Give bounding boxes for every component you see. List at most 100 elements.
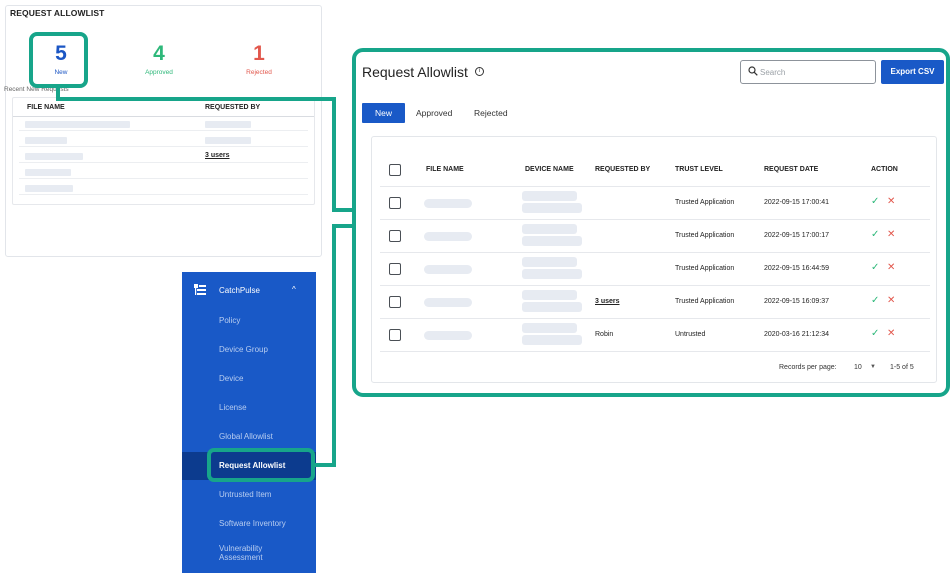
row-divider <box>380 252 930 253</box>
redacted-placeholder <box>522 224 577 234</box>
row-divider <box>380 318 930 319</box>
search-icon <box>748 66 758 76</box>
export-csv-button[interactable]: Export CSV <box>881 60 944 84</box>
redacted-placeholder <box>522 269 582 279</box>
sidebar-item-untrusted-item[interactable]: Untrusted Item <box>182 481 316 509</box>
trust-level-cell: Trusted Application <box>675 265 735 272</box>
requested-by-link[interactable]: 3 users <box>595 298 620 305</box>
stat-new-count: 5 <box>55 42 67 65</box>
redacted-placeholder <box>25 137 67 144</box>
column-header-file-name: FILE NAME <box>27 104 65 111</box>
close-icon[interactable]: ✕ <box>887 295 895 306</box>
column-header-trust-level[interactable]: TRUST LEVEL <box>675 166 723 173</box>
row-checkbox[interactable] <box>389 263 401 275</box>
sidebar-item-label: License <box>219 403 247 412</box>
redacted-placeholder <box>25 169 71 176</box>
sidebar-item-label: Device <box>219 374 244 383</box>
check-icon[interactable]: ✓ <box>871 196 879 207</box>
redacted-placeholder <box>25 185 73 192</box>
column-header-device-name[interactable]: DEVICE NAME <box>525 166 574 173</box>
sidebar-item-request-allowlist[interactable]: Request Allowlist <box>182 452 316 480</box>
close-icon[interactable]: ✕ <box>887 262 895 273</box>
row-checkbox[interactable] <box>389 296 401 308</box>
request-date-cell: 2022-09-15 16:44:59 <box>764 265 829 272</box>
requested-by-cell: Robin <box>595 331 614 338</box>
close-icon[interactable]: ✕ <box>887 328 895 339</box>
records-per-page-label: Records per page: <box>779 364 837 371</box>
redacted-placeholder <box>424 232 472 241</box>
list-tree-icon <box>194 284 206 295</box>
trust-level-cell: Untrusted <box>675 331 706 338</box>
row-divider <box>380 186 930 187</box>
column-header-file-name[interactable]: FILE NAME <box>426 166 464 173</box>
trust-level-cell: Trusted Application <box>675 232 735 239</box>
sidebar-item-software-inventory[interactable]: Software Inventory <box>182 510 316 538</box>
row-checkbox[interactable] <box>389 197 401 209</box>
sidebar-item-label: Device Group <box>219 345 268 354</box>
select-all-checkbox[interactable] <box>389 164 401 176</box>
check-icon[interactable]: ✓ <box>871 229 879 240</box>
sidebar-item-policy[interactable]: Policy <box>182 307 316 335</box>
info-icon[interactable]: i <box>475 67 484 76</box>
search-placeholder: Search <box>760 68 786 77</box>
redacted-placeholder <box>522 203 582 213</box>
table-row[interactable]: 3 users <box>19 150 308 163</box>
redacted-placeholder <box>424 331 472 340</box>
requested-by-link[interactable]: 3 users <box>205 152 230 159</box>
check-icon[interactable]: ✓ <box>871 328 879 339</box>
request-date-cell: 2022-09-15 17:00:41 <box>764 199 829 206</box>
redacted-placeholder <box>522 236 582 246</box>
request-date-cell: 2022-09-15 16:09:37 <box>764 298 829 305</box>
check-icon[interactable]: ✓ <box>871 295 879 306</box>
sidebar-item-global-allowlist[interactable]: Global Allowlist <box>182 423 316 451</box>
redacted-placeholder <box>522 290 577 300</box>
sidebar-item-device-group[interactable]: Device Group <box>182 336 316 364</box>
row-divider <box>380 219 930 220</box>
redacted-placeholder <box>25 153 83 160</box>
stat-rejected[interactable]: 1 Rejected <box>214 42 304 76</box>
sidebar-item-label: Global Allowlist <box>219 432 273 441</box>
tab-rejected[interactable]: Rejected <box>474 103 508 123</box>
request-date-cell: 2022-09-15 17:00:17 <box>764 232 829 239</box>
redacted-placeholder <box>522 323 577 333</box>
check-icon[interactable]: ✓ <box>871 262 879 273</box>
tab-approved[interactable]: Approved <box>416 103 452 123</box>
redacted-placeholder <box>522 335 582 345</box>
row-checkbox[interactable] <box>389 230 401 242</box>
table-row[interactable] <box>19 118 308 131</box>
table-row[interactable] <box>19 166 308 179</box>
row-divider <box>380 351 930 352</box>
column-header-requested-by[interactable]: REQUESTED BY <box>595 166 650 173</box>
stat-new-label: New <box>54 69 68 76</box>
sidebar-item-label: Untrusted Item <box>219 490 272 499</box>
sidebar-item-label: Software Inventory <box>219 519 286 528</box>
sidebar-group-catchpulse[interactable]: CatchPulse ^ <box>182 272 316 310</box>
sidebar-item-device[interactable]: Device <box>182 365 316 393</box>
row-divider <box>380 285 930 286</box>
close-icon[interactable]: ✕ <box>887 229 895 240</box>
sidebar: CatchPulse ^ Policy Device Group Device … <box>182 272 316 573</box>
sidebar-item-vulnerability-assessment[interactable]: Vulnerability Assessment <box>182 539 316 573</box>
stat-rejected-label: Rejected <box>246 69 272 76</box>
redacted-placeholder <box>424 199 472 208</box>
stat-new[interactable]: 5 New <box>16 42 106 76</box>
chevron-up-icon[interactable]: ^ <box>292 285 296 294</box>
table-row[interactable] <box>19 134 308 147</box>
tab-new[interactable]: New <box>362 103 405 123</box>
close-icon[interactable]: ✕ <box>887 196 895 207</box>
redacted-placeholder <box>205 137 251 144</box>
sidebar-item-label: Vulnerability Assessment <box>219 544 263 562</box>
stat-approved[interactable]: 4 Approved <box>114 42 204 76</box>
row-checkbox[interactable] <box>389 329 401 341</box>
sidebar-group-label: CatchPulse <box>219 286 260 295</box>
sidebar-item-license[interactable]: License <box>182 394 316 422</box>
pagination-range: 1-5 of 5 <box>890 364 914 371</box>
search-input[interactable]: Search <box>740 60 876 84</box>
caret-down-icon[interactable]: ▼ <box>870 364 876 370</box>
table-row[interactable] <box>19 182 308 195</box>
records-per-page-select[interactable]: 10 <box>854 364 862 371</box>
connector-line <box>313 224 352 467</box>
stat-rejected-count: 1 <box>253 42 265 65</box>
column-header-request-date[interactable]: REQUEST DATE <box>764 166 818 173</box>
requests-table <box>371 136 937 383</box>
